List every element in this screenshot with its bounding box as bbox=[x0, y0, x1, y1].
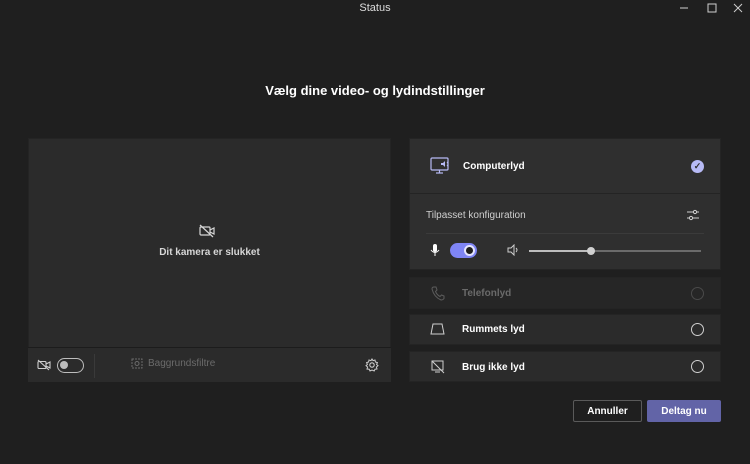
no-audio-icon bbox=[431, 360, 445, 374]
controls-divider bbox=[94, 354, 95, 378]
page-heading: Vælg dine video- og lydindstillinger bbox=[265, 83, 485, 98]
audio-option-label: Rummets lyd bbox=[462, 324, 525, 335]
maximize-icon bbox=[707, 3, 717, 13]
phone-radio bbox=[691, 287, 704, 300]
audio-option-none[interactable]: Brug ikke lyd bbox=[409, 351, 721, 382]
room-radio[interactable] bbox=[691, 323, 704, 336]
join-now-button[interactable]: Deltag nu bbox=[647, 400, 721, 422]
computer-audio-icon bbox=[430, 157, 449, 174]
phone-icon bbox=[431, 286, 445, 301]
volume-thumb[interactable] bbox=[586, 247, 595, 255]
config-divider bbox=[426, 233, 704, 234]
audio-option-room[interactable]: Rummets lyd bbox=[409, 314, 721, 345]
close-icon bbox=[733, 3, 743, 13]
speaker-volume-icon bbox=[507, 244, 518, 256]
background-filters-button[interactable]: Baggrundsfiltre bbox=[131, 358, 215, 369]
audio-settings-sliders-icon[interactable] bbox=[686, 209, 700, 221]
camera-off-icon bbox=[199, 224, 215, 238]
video-preview-panel bbox=[28, 138, 391, 382]
camera-off-text: Dit kamera er slukket bbox=[159, 247, 260, 258]
custom-config-label: Tilpasset konfiguration bbox=[426, 210, 526, 221]
audio-option-label: Telefonlyd bbox=[462, 288, 512, 299]
selected-check-icon: ✓ bbox=[691, 160, 704, 173]
title-bar: Status bbox=[0, 0, 750, 18]
audio-option-label: Brug ikke lyd bbox=[462, 362, 525, 373]
video-preview bbox=[29, 139, 390, 348]
speaker-volume-slider[interactable] bbox=[529, 247, 701, 255]
minimize-button[interactable] bbox=[672, 0, 696, 16]
microphone-toggle[interactable] bbox=[450, 243, 477, 258]
camera-toggle[interactable] bbox=[57, 358, 84, 373]
audio-option-label: Computerlyd bbox=[463, 161, 525, 172]
camera-icon bbox=[37, 359, 51, 371]
no-audio-radio[interactable] bbox=[691, 360, 704, 373]
microphone-icon bbox=[430, 244, 440, 256]
audio-option-computer[interactable]: Computerlyd ✓ Tilpasset konfiguration bbox=[409, 138, 721, 270]
audio-option-phone: Telefonlyd bbox=[409, 277, 721, 309]
background-filters-icon bbox=[131, 358, 143, 369]
volume-fill bbox=[529, 250, 591, 252]
cancel-button[interactable]: Annuller bbox=[573, 400, 642, 422]
window-title: Status bbox=[359, 2, 391, 14]
close-button[interactable] bbox=[726, 0, 750, 16]
background-filters-label: Baggrundsfiltre bbox=[148, 358, 216, 369]
maximize-button[interactable] bbox=[700, 0, 724, 16]
room-audio-icon bbox=[430, 323, 445, 335]
settings-gear-icon[interactable] bbox=[365, 358, 379, 372]
video-controls-bar: Baggrundsfiltre bbox=[28, 347, 391, 382]
computer-audio-row[interactable]: Computerlyd ✓ bbox=[410, 139, 720, 194]
minimize-icon bbox=[680, 7, 688, 9]
